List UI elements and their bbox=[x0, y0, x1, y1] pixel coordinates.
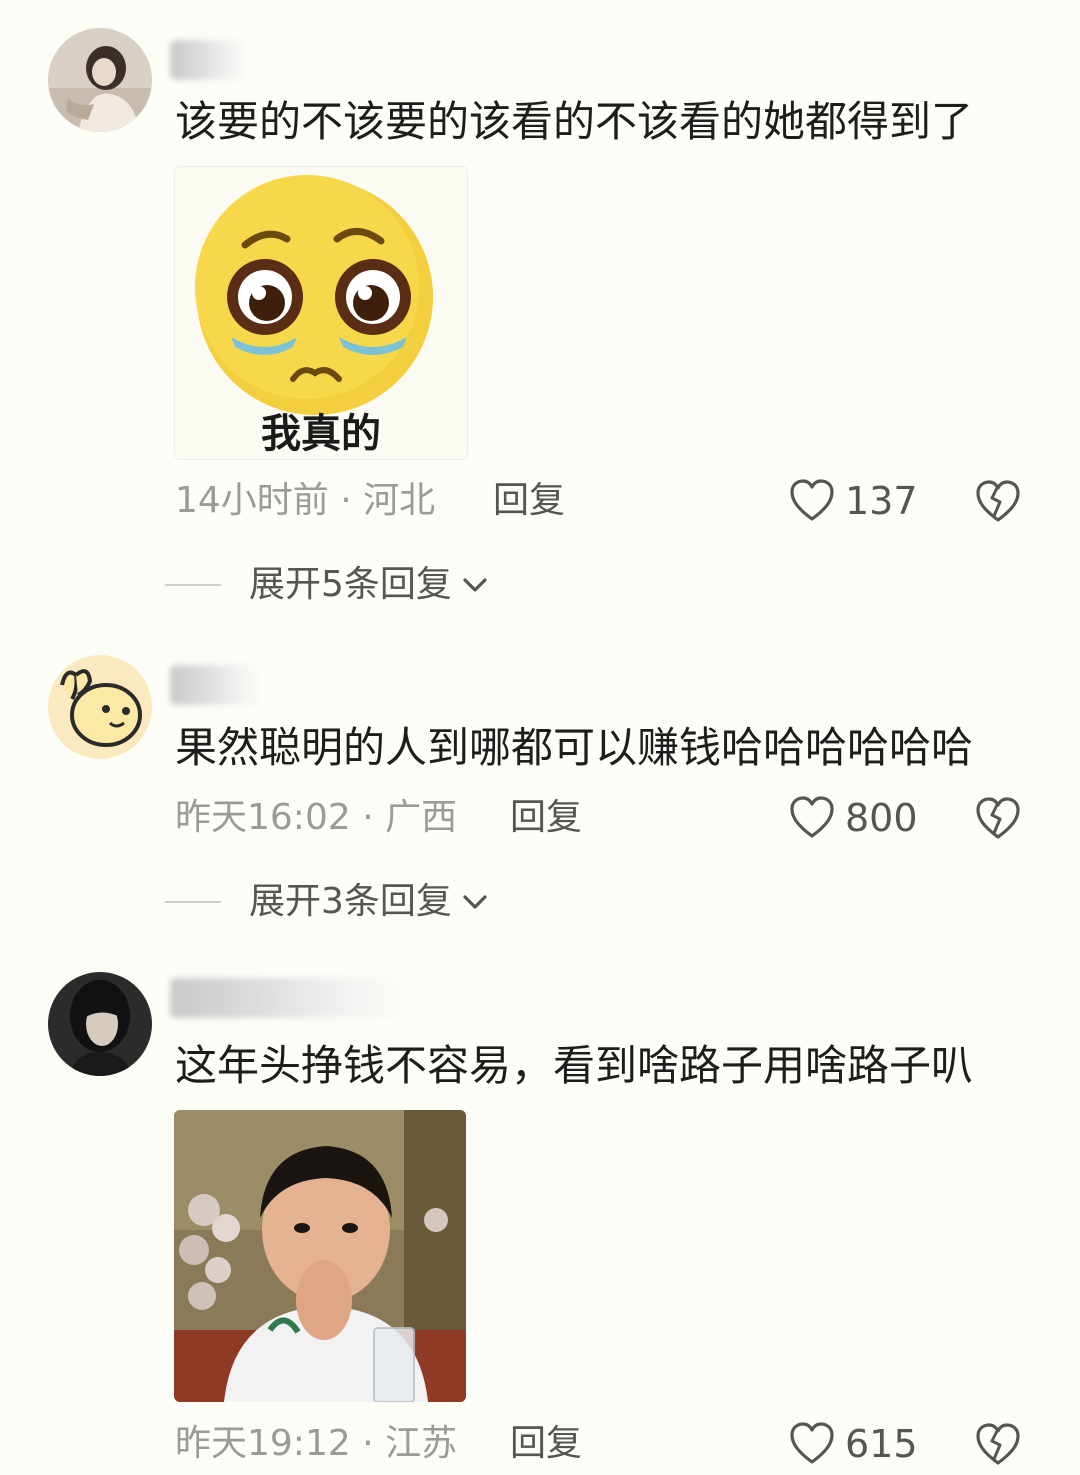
comment-meta: 昨天16:02 · 广西 回复 800 bbox=[175, 793, 1035, 843]
time-location: 昨天19:12 · 江苏 bbox=[175, 1423, 458, 1464]
username-blurred[interactable] bbox=[170, 978, 405, 1018]
heart-outline-icon bbox=[790, 479, 834, 521]
sticker-image[interactable]: 我真的 bbox=[174, 166, 468, 460]
heart-outline-icon bbox=[790, 1422, 834, 1464]
expand-replies[interactable]: 展开3条回复 bbox=[165, 877, 490, 927]
heart-outline-icon bbox=[790, 796, 834, 838]
like-count: 800 bbox=[845, 796, 918, 840]
reply-button[interactable]: 回复 bbox=[510, 1419, 582, 1469]
broken-heart-icon[interactable] bbox=[975, 795, 1021, 841]
like-button[interactable]: 615 bbox=[789, 1419, 918, 1469]
comment-meta: 昨天19:12 · 江苏 回复 615 bbox=[175, 1419, 1035, 1469]
avatar[interactable] bbox=[48, 28, 152, 132]
comment-meta: 14小时前 · 河北 回复 137 bbox=[175, 476, 1035, 526]
reply-button[interactable]: 回复 bbox=[510, 793, 582, 843]
expand-replies-label: 展开3条回复 bbox=[249, 881, 452, 922]
username-blurred[interactable] bbox=[170, 40, 250, 80]
reply-button[interactable]: 回复 bbox=[493, 476, 565, 526]
divider bbox=[165, 584, 221, 586]
avatar[interactable] bbox=[48, 972, 152, 1076]
meme-image[interactable] bbox=[174, 1110, 466, 1402]
broken-heart-icon[interactable] bbox=[975, 478, 1021, 524]
time-location: 14小时前 · 河北 bbox=[175, 480, 436, 521]
sticker-caption: 我真的 bbox=[261, 411, 381, 457]
avatar[interactable] bbox=[48, 655, 152, 759]
chevron-down-icon bbox=[463, 895, 487, 909]
time-location: 昨天16:02 · 广西 bbox=[175, 797, 458, 838]
expand-replies[interactable]: 展开5条回复 bbox=[165, 560, 490, 610]
like-count: 615 bbox=[845, 1422, 918, 1466]
like-count: 137 bbox=[845, 479, 918, 523]
like-button[interactable]: 800 bbox=[789, 793, 918, 843]
comment-text: 果然聪明的人到哪都可以赚钱哈哈哈哈哈哈 bbox=[175, 723, 974, 772]
chevron-down-icon bbox=[463, 578, 487, 592]
expand-replies-label: 展开5条回复 bbox=[249, 564, 452, 605]
like-button[interactable]: 137 bbox=[789, 476, 918, 526]
comment-text: 该要的不该要的该看的不该看的她都得到了 bbox=[175, 97, 974, 146]
comment-text: 这年头挣钱不容易，看到啥路子用啥路子叭 bbox=[175, 1041, 974, 1090]
broken-heart-icon[interactable] bbox=[975, 1421, 1021, 1467]
divider bbox=[165, 901, 221, 903]
username-blurred[interactable] bbox=[170, 665, 262, 705]
